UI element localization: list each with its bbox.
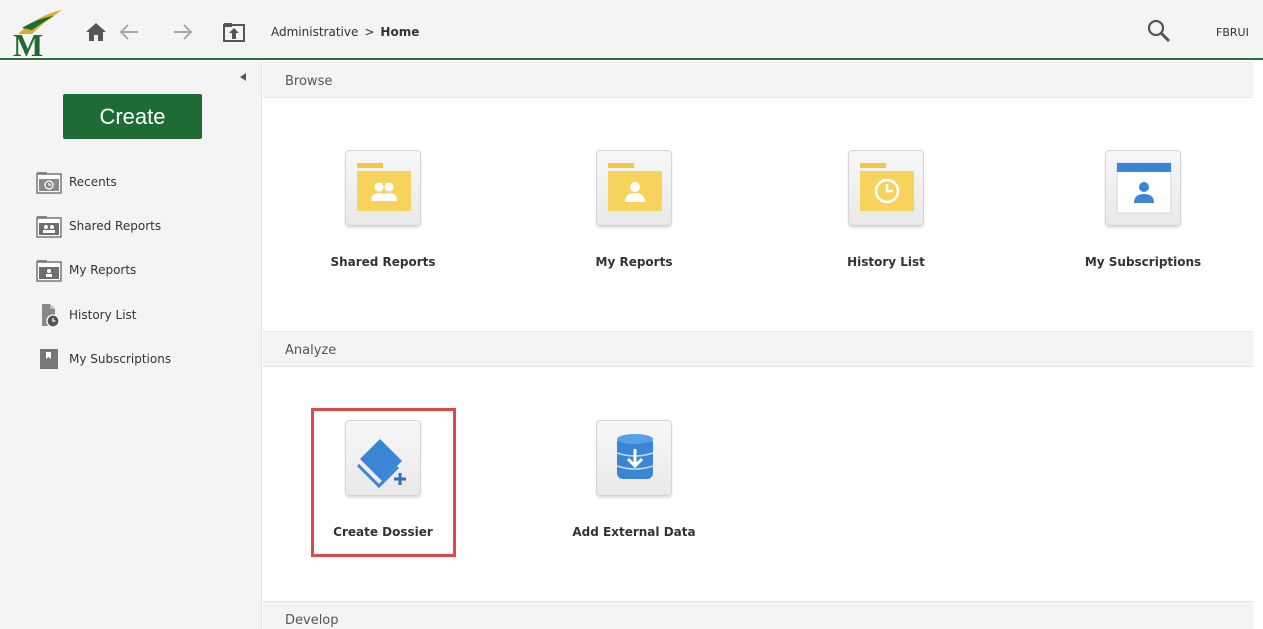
top-bar: M Administrative > Home FBRUI (0, 0, 1263, 60)
section-title: Develop (285, 613, 339, 628)
shared-reports-folder-icon (36, 213, 62, 239)
sidebar-item-label: My Reports (69, 263, 137, 277)
user-menu[interactable]: FBRUI (1216, 26, 1263, 39)
up-folder-icon[interactable] (222, 20, 246, 44)
tile-add-external-data[interactable]: Add External Data (534, 420, 734, 560)
section-title: Analyze (285, 343, 337, 358)
tile-history-list[interactable]: History List (786, 150, 986, 290)
my-reports-folder-icon (596, 150, 672, 226)
section-title: Browse (285, 74, 333, 89)
breadcrumb-current: Home (380, 25, 420, 39)
tile-label: Shared Reports (330, 255, 436, 269)
history-list-icon (36, 302, 62, 328)
tile-shared-reports[interactable]: Shared Reports (283, 150, 483, 290)
forward-arrow-icon[interactable] (171, 20, 195, 44)
gmu-logo[interactable]: M (10, 8, 68, 58)
sidebar-item-label: Recents (69, 175, 117, 189)
add-external-data-icon (596, 420, 672, 496)
search-icon[interactable] (1146, 18, 1172, 44)
create-dossier-icon (345, 420, 421, 496)
section-header-analyze: Analyze (263, 331, 1253, 367)
collapse-sidebar-icon[interactable] (238, 72, 248, 82)
sidebar-item-my-subscriptions[interactable]: My Subscriptions (36, 346, 171, 372)
breadcrumb-separator: > (364, 25, 375, 39)
tile-label: History List (847, 255, 925, 269)
subscriptions-icon (36, 346, 62, 372)
tile-label: My Reports (595, 255, 673, 269)
recents-folder-icon (36, 169, 62, 195)
sidebar-item-shared-reports[interactable]: Shared Reports (36, 213, 161, 239)
sidebar-item-recents[interactable]: Recents (36, 169, 117, 195)
my-reports-folder-icon (36, 257, 62, 283)
sidebar-item-label: Shared Reports (69, 219, 162, 233)
tile-label: My Subscriptions (1084, 255, 1202, 269)
history-list-folder-icon (848, 150, 924, 226)
tile-my-subscriptions[interactable]: My Subscriptions (1043, 150, 1243, 290)
tile-my-reports[interactable]: My Reports (534, 150, 734, 290)
sidebar-item-label: History List (69, 308, 137, 322)
breadcrumb-root[interactable]: Administrative (271, 25, 358, 39)
tile-label: Create Dossier (333, 525, 433, 539)
home-icon[interactable] (84, 20, 108, 44)
breadcrumb: Administrative > Home (271, 25, 419, 39)
svg-text:M: M (13, 27, 43, 58)
section-header-browse: Browse (263, 62, 1253, 98)
section-header-develop: Develop (263, 601, 1253, 629)
sidebar-item-history-list[interactable]: History List (36, 302, 136, 328)
back-arrow-icon[interactable] (117, 20, 141, 44)
tile-create-dossier[interactable]: Create Dossier (283, 420, 483, 560)
shared-reports-folder-icon (345, 150, 421, 226)
tile-label: Add External Data (572, 525, 696, 539)
subscriptions-icon (1105, 150, 1181, 226)
create-button[interactable]: Create (63, 94, 202, 139)
sidebar-item-label: My Subscriptions (69, 352, 172, 366)
left-sidebar: Create Recents Shared Reports My Reports… (0, 62, 262, 629)
sidebar-item-my-reports[interactable]: My Reports (36, 257, 136, 283)
